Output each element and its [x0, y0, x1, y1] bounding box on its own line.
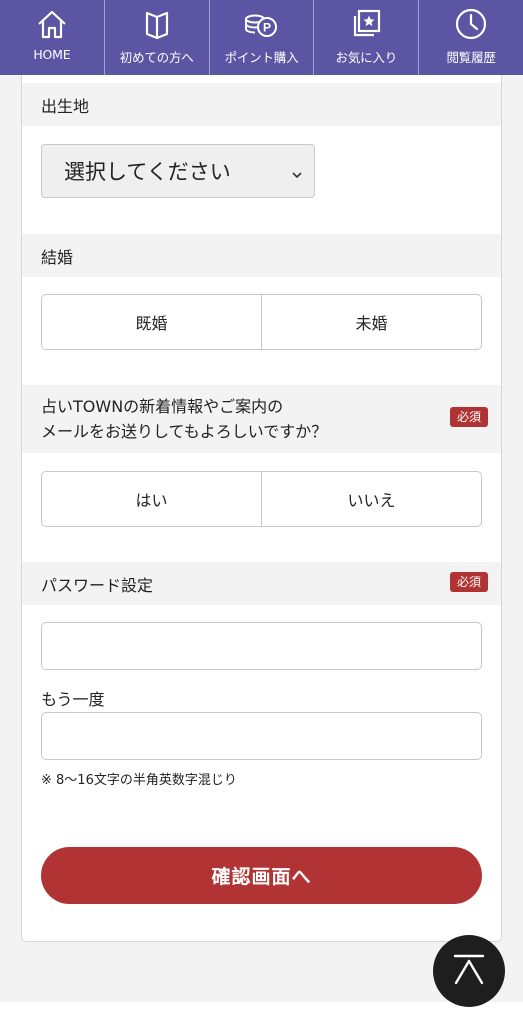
book-icon — [139, 6, 175, 42]
mail-heading-line1: 占いTOWNの新着情報やご案内の — [41, 397, 284, 416]
confirm-button[interactable]: 確認画面へ — [41, 847, 482, 904]
password-confirm-input[interactable] — [41, 712, 482, 760]
nav-label: 閲覧履歴 — [446, 50, 496, 65]
section-header-marriage: 結婚 — [22, 234, 501, 277]
password-input[interactable] — [41, 622, 482, 670]
nav-label: お気に入り — [335, 50, 398, 65]
marriage-toggle: 既婚 未婚 — [41, 294, 482, 350]
registration-form-card: 出生地 選択してください 結婚 既婚 未婚 占いTOWNの新着情報やご案内の メ… — [21, 75, 502, 942]
required-badge: 必須 — [449, 572, 488, 592]
nav-favorites[interactable]: お気に入り — [314, 0, 420, 75]
top-nav: HOME 初めての方へ P ポイント購入 お気に入り 閲覧履歴 — [0, 0, 523, 75]
section-header-birthplace: 出生地 — [22, 83, 501, 126]
arrow-up-icon — [449, 949, 489, 993]
back-to-top-button[interactable] — [433, 935, 505, 1007]
mail-consent-toggle: はい いいえ — [41, 471, 482, 527]
nav-history[interactable]: 閲覧履歴 — [419, 0, 523, 75]
password-confirm-label: もう一度 — [41, 690, 105, 709]
section-header-password: パスワード設定 必須 — [22, 562, 501, 605]
password-note: ※ 8〜16文字の半角英数字混じり — [41, 773, 237, 788]
section-header-mail-consent: 占いTOWNの新着情報やご案内の メールをお送りしてもよろしいですか？ 必須 — [22, 385, 501, 453]
mail-option-no[interactable]: いいえ — [261, 472, 481, 526]
password-heading: パスワード設定 — [41, 575, 154, 595]
mail-heading-line2: メールをお送りしてもよろしいですか？ — [41, 422, 328, 441]
svg-text:P: P — [263, 21, 271, 35]
required-badge: 必須 — [449, 407, 488, 427]
birthplace-select-value: 選択してください — [64, 160, 231, 184]
mail-option-yes[interactable]: はい — [42, 472, 261, 526]
birthplace-select[interactable]: 選択してください — [41, 144, 315, 198]
marriage-option-married[interactable]: 既婚 — [42, 295, 261, 349]
nav-point-purchase[interactable]: P ポイント購入 — [210, 0, 315, 75]
home-icon — [34, 6, 70, 42]
star-cards-icon — [348, 6, 384, 42]
nav-label: 初めての方へ — [119, 50, 194, 65]
marriage-option-single[interactable]: 未婚 — [261, 295, 481, 349]
nav-label: ポイント購入 — [224, 50, 299, 65]
coins-icon: P — [243, 6, 279, 42]
chevron-down-icon — [290, 163, 304, 187]
clock-icon — [453, 6, 489, 42]
nav-label: HOME — [33, 47, 71, 62]
nav-home[interactable]: HOME — [0, 0, 105, 75]
birthplace-heading: 出生地 — [41, 96, 90, 116]
nav-first-time[interactable]: 初めての方へ — [105, 0, 210, 75]
marriage-heading: 結婚 — [41, 247, 74, 267]
page-footer-band — [0, 1002, 523, 1024]
